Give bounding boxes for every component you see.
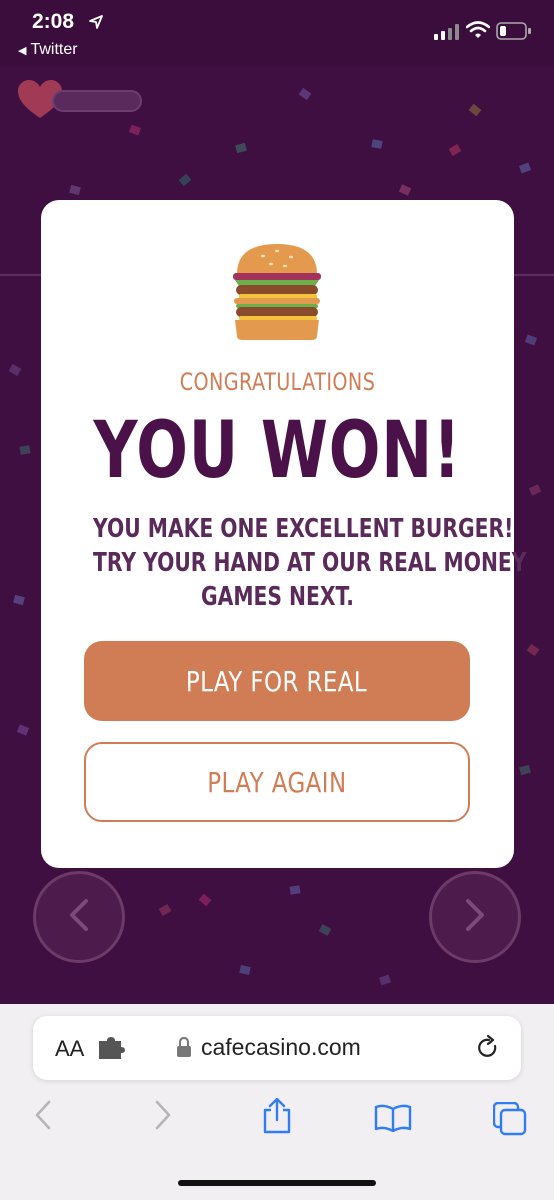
battery-icon	[496, 22, 532, 45]
confetti	[289, 885, 301, 895]
confetti	[158, 904, 172, 916]
confetti	[239, 965, 251, 975]
back-app-label: Twitter	[30, 41, 78, 58]
headline: YOU WON!	[93, 406, 462, 496]
confetti	[198, 893, 212, 907]
address-bar[interactable]: AA cafecasino.com	[33, 1016, 521, 1080]
share-icon[interactable]	[262, 1097, 292, 1139]
back-chevron-icon[interactable]	[34, 1100, 52, 1135]
confetti	[298, 87, 312, 101]
confetti	[69, 184, 81, 196]
confetti	[318, 924, 332, 936]
safari-toolbar: AA cafecasino.com	[0, 1004, 554, 1200]
play-for-real-button[interactable]: PLAY FOR REAL	[84, 641, 470, 721]
lock-icon	[177, 1036, 191, 1062]
play-for-real-label: PLAY FOR REAL	[186, 664, 368, 698]
status-bar: 2:08 ◀ Twitter	[0, 0, 554, 66]
back-to-app-button[interactable]: ◀ Twitter	[18, 41, 78, 59]
confetti	[528, 484, 542, 496]
confetti	[128, 124, 142, 136]
confetti	[235, 142, 247, 154]
lives-bar	[52, 90, 142, 112]
text-size-button[interactable]: AA	[55, 1036, 84, 1062]
win-modal: CONGRATULATIONS YOU WON! YOU MAKE ONE EX…	[41, 200, 527, 868]
url-text: cafecasino.com	[201, 1034, 361, 1060]
chevron-left-icon	[68, 898, 90, 937]
confetti	[448, 144, 462, 156]
home-indicator	[178, 1180, 376, 1186]
message-line: YOU MAKE ONE EXCELLENT BURGER!	[93, 514, 514, 544]
confetti	[13, 594, 25, 606]
message: YOU MAKE ONE EXCELLENT BURGER! TRY YOUR …	[93, 512, 527, 614]
burger-icon	[231, 240, 323, 349]
forward-chevron-icon[interactable]	[154, 1100, 172, 1135]
confetti	[178, 173, 192, 187]
confetti	[379, 974, 391, 986]
location-arrow-icon	[88, 14, 104, 35]
confetti	[518, 162, 532, 174]
tabs-icon[interactable]	[492, 1101, 527, 1141]
confetti	[398, 184, 412, 196]
message-line: TRY YOUR HAND AT OUR REAL MONEY	[93, 548, 527, 578]
extension-puzzle-icon[interactable]	[97, 1037, 125, 1064]
chevron-right-icon	[464, 898, 486, 937]
confetti	[8, 364, 22, 376]
confetti	[19, 445, 31, 455]
confetti	[371, 139, 383, 149]
wifi-icon	[465, 21, 491, 44]
message-line: GAMES NEXT.	[201, 582, 354, 612]
back-triangle-icon: ◀	[18, 44, 27, 57]
text-size-label: AA	[55, 1036, 85, 1061]
confetti	[526, 643, 540, 657]
reload-icon[interactable]	[476, 1034, 500, 1066]
previous-arrow-button[interactable]	[33, 871, 125, 963]
cellular-signal-icon	[434, 24, 460, 45]
play-again-label: PLAY AGAIN	[207, 765, 347, 799]
status-time: 2:08	[32, 10, 75, 33]
play-again-button[interactable]: PLAY AGAIN	[84, 742, 470, 822]
congrats-label: CONGRATULATIONS	[179, 368, 376, 396]
confetti	[519, 764, 531, 776]
confetti	[468, 103, 482, 117]
bookmarks-icon[interactable]	[374, 1104, 412, 1137]
next-arrow-button[interactable]	[429, 871, 521, 963]
confetti	[16, 724, 30, 736]
confetti	[524, 334, 538, 346]
